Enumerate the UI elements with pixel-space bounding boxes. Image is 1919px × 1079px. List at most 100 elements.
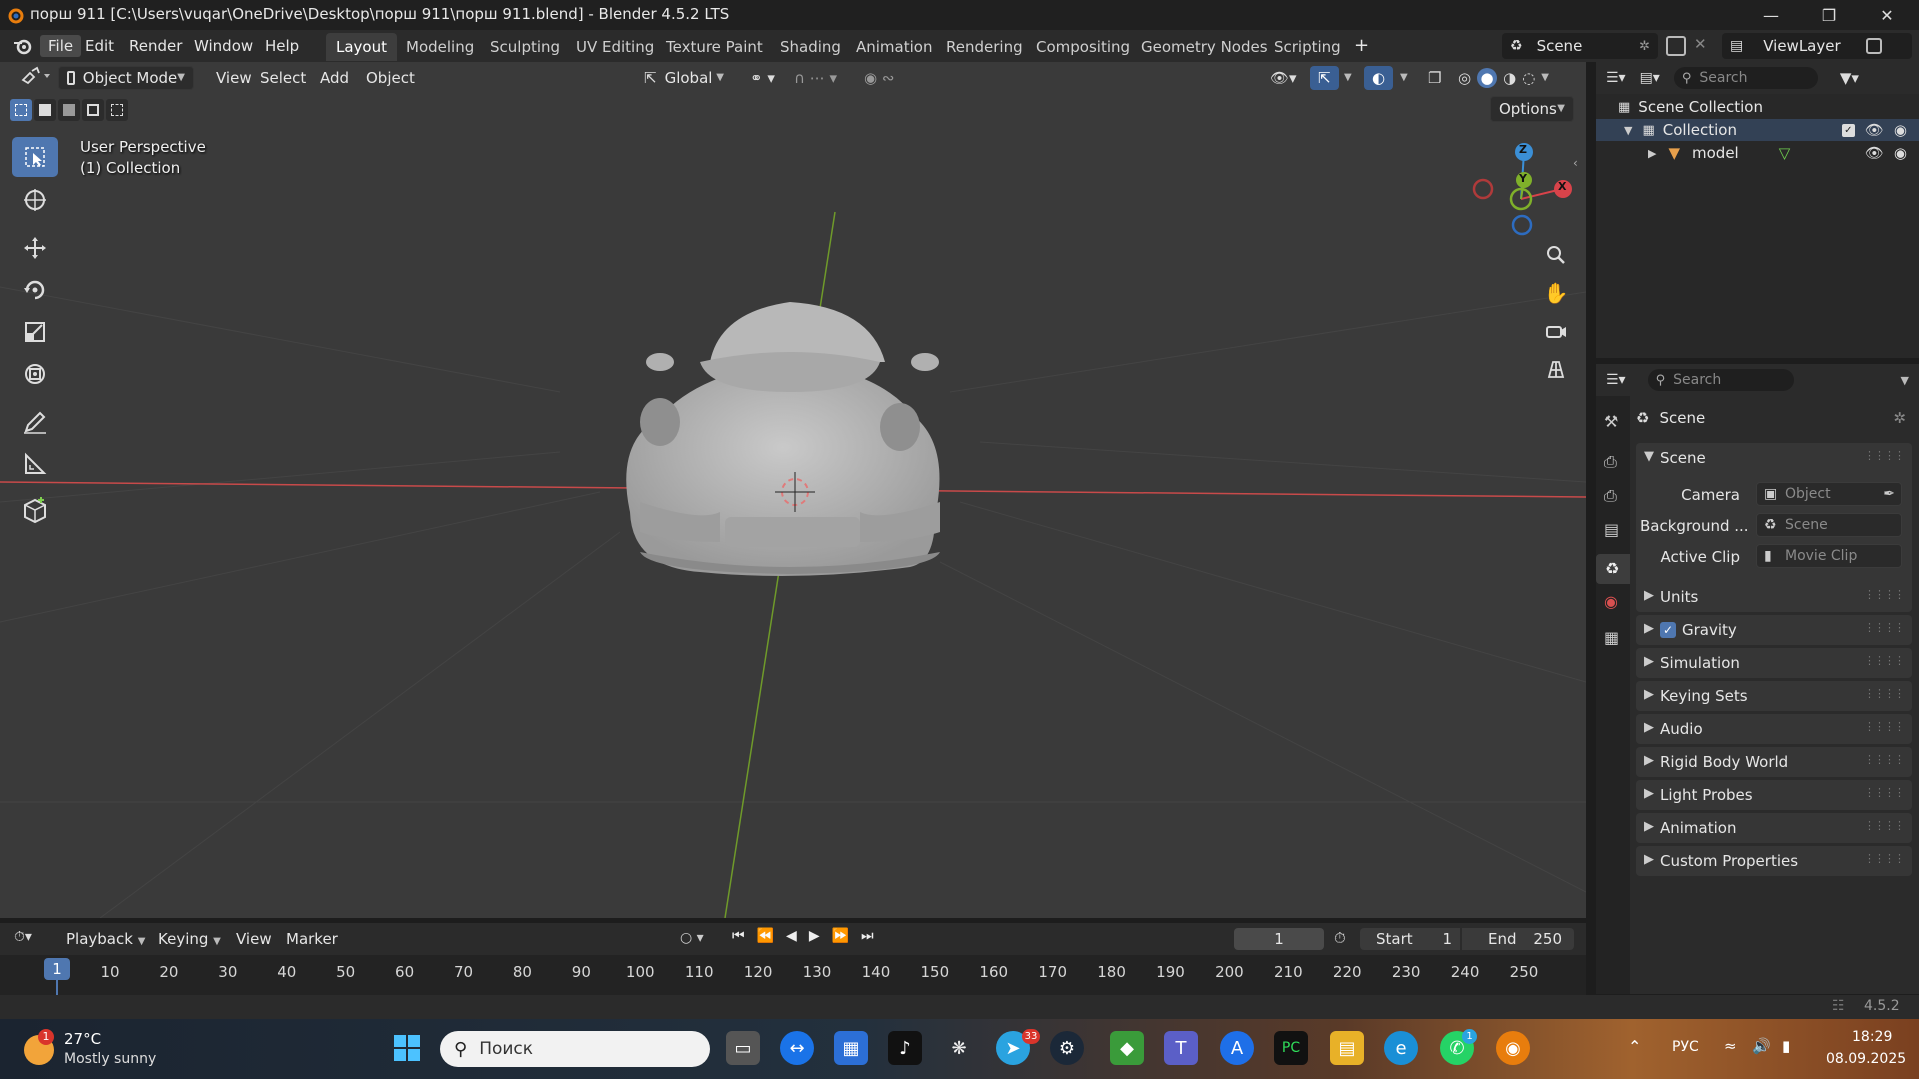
mode-dropdown[interactable]: Object Mode ▼: [58, 66, 194, 90]
weather-desc[interactable]: Mostly sunny: [64, 1051, 156, 1067]
output-tab-icon[interactable]: ⎙: [1604, 486, 1617, 506]
simulation-panel[interactable]: ▶ Simulation ⋮⋮⋮⋮: [1636, 648, 1912, 678]
light-probes-panel[interactable]: ▶ Light Probes ⋮⋮⋮⋮: [1636, 780, 1912, 810]
xray-toggle-icon[interactable]: ❐: [1420, 66, 1449, 90]
workspace-tab-animation[interactable]: Animation: [846, 33, 942, 61]
view-layer-selector[interactable]: ▤ ViewLayer: [1722, 33, 1912, 59]
menu-edit[interactable]: Edit: [77, 35, 122, 57]
annotate-tool[interactable]: [12, 402, 58, 442]
custom-properties-panel[interactable]: ▶ Custom Properties ⋮⋮⋮⋮: [1636, 846, 1912, 876]
rotate-tool[interactable]: [12, 270, 58, 310]
gravity-checkbox[interactable]: ✓: [1660, 622, 1676, 638]
gizmo-toggle-icon[interactable]: ⇱: [1310, 66, 1339, 90]
collection-tab-icon[interactable]: ▦: [1604, 628, 1619, 647]
workspace-tab-sculpting[interactable]: Sculpting: [480, 33, 570, 61]
measure-tool[interactable]: [12, 444, 58, 484]
workspace-tab-modeling[interactable]: Modeling: [396, 33, 484, 61]
marker-menu[interactable]: Marker: [278, 927, 346, 951]
show-hidden-icons[interactable]: ⌃: [1628, 1037, 1641, 1056]
drag-grip-icon[interactable]: ⋮⋮⋮⋮: [1864, 753, 1905, 766]
cursor-tool[interactable]: [12, 180, 58, 220]
chevron-down-icon[interactable]: ▼: [1392, 66, 1416, 90]
select-extend-icon[interactable]: [34, 99, 56, 121]
camera-render-icon[interactable]: ◉: [1894, 144, 1907, 162]
wireframe-shading-icon[interactable]: ◎: [1458, 66, 1471, 90]
scale-tool[interactable]: [12, 312, 58, 352]
select-new-icon[interactable]: [10, 99, 32, 121]
menu-help[interactable]: Help: [257, 35, 307, 57]
workspace-tab-geometry-nodes[interactable]: Geometry Nodes: [1131, 33, 1278, 61]
timeline-view-menu[interactable]: View: [228, 927, 280, 951]
play-icon[interactable]: ▶: [809, 928, 820, 944]
drag-grip-icon[interactable]: ⋮⋮⋮⋮: [1864, 819, 1905, 832]
battery-icon[interactable]: ▮: [1782, 1037, 1790, 1055]
add-cube-tool[interactable]: [12, 490, 58, 530]
display-mode-icon[interactable]: ▤▾: [1640, 70, 1660, 86]
start-menu-icon[interactable]: [390, 1031, 424, 1065]
drag-grip-icon[interactable]: ⋮⋮⋮⋮: [1864, 786, 1905, 799]
tool-tab-icon[interactable]: ⚒: [1604, 412, 1618, 431]
pan-hand-icon[interactable]: ✋: [1539, 276, 1573, 310]
wifi-icon[interactable]: ≈: [1724, 1037, 1737, 1055]
delete-scene-icon[interactable]: ✕: [1694, 35, 1707, 53]
overlays-toggle-icon[interactable]: ◐: [1364, 66, 1394, 90]
world-tab-icon[interactable]: ◉: [1604, 592, 1618, 611]
teamviewer-icon[interactable]: ↔: [780, 1031, 814, 1065]
jump-keyframe-forward-icon[interactable]: ⏩: [832, 928, 849, 944]
eye-icon[interactable]: 👁: [1865, 144, 1884, 162]
active-clip-field[interactable]: ▮ Movie Clip: [1756, 544, 1902, 568]
taskbar-search-input[interactable]: ⚲ Поиск: [440, 1031, 710, 1067]
gravity-panel[interactable]: ▶ ✓ Gravity ⋮⋮⋮⋮: [1636, 615, 1912, 645]
eye-icon[interactable]: 👁: [1865, 121, 1884, 139]
keying-sets-panel[interactable]: ▶ Keying Sets ⋮⋮⋮⋮: [1636, 681, 1912, 711]
options-dropdown[interactable]: Options ▼: [1490, 96, 1574, 122]
microsoft-store-icon[interactable]: ▦: [834, 1031, 868, 1065]
chatgpt-icon[interactable]: ❋: [942, 1031, 976, 1065]
add-workspace-icon[interactable]: +: [1346, 35, 1377, 57]
playback-menu[interactable]: Playback ▼: [58, 927, 153, 951]
menu-file[interactable]: File: [40, 35, 82, 57]
camera-field[interactable]: ▣ Object ✒: [1756, 482, 1902, 506]
auto-keying-icon[interactable]: ○ ▾: [680, 930, 704, 946]
menu-window[interactable]: Window: [186, 35, 261, 57]
chevron-down-icon[interactable]: ▼: [1336, 66, 1360, 90]
outliner-search-input[interactable]: ⚲ Search: [1673, 67, 1818, 89]
jump-keyframe-back-icon[interactable]: ⏪: [757, 928, 774, 944]
drag-grip-icon[interactable]: ⋮⋮⋮⋮: [1864, 588, 1905, 601]
3d-viewport[interactable]: Z Y X User Perspective (1) Collection ✋ …: [0, 62, 1586, 918]
visibility-icon[interactable]: 👁▾: [1262, 66, 1305, 90]
editor-type-icon[interactable]: [12, 66, 58, 90]
mesh-data-icon[interactable]: ▽: [1779, 144, 1791, 162]
blender-menu-icon[interactable]: [12, 37, 34, 55]
workspace-tab-texture-paint[interactable]: Texture Paint: [656, 33, 773, 61]
play-reverse-icon[interactable]: ◀: [786, 928, 797, 944]
render-tab-icon[interactable]: ⎙: [1604, 452, 1617, 472]
select-invert-icon[interactable]: [82, 99, 104, 121]
drag-grip-icon[interactable]: ⋮⋮⋮⋮: [1864, 449, 1905, 462]
timeline-area[interactable]: 1 10 20 30 40 50 60 70 80 90 100 110 120 130 140 150 160…: [0, 955, 1586, 995]
file-explorer-icon[interactable]: ▤: [1330, 1031, 1364, 1065]
start-frame-field[interactable]: Start 1: [1360, 928, 1460, 950]
view-layer-tab-icon[interactable]: ▤: [1604, 520, 1619, 539]
end-frame-field[interactable]: End 250: [1462, 928, 1574, 950]
drag-grip-icon[interactable]: ⋮⋮⋮⋮: [1864, 621, 1905, 634]
chevron-right-icon[interactable]: ▶: [1648, 147, 1656, 160]
current-frame-field[interactable]: 1: [1234, 928, 1324, 950]
properties-editor-icon[interactable]: ☰▾: [1606, 372, 1626, 388]
zoom-icon[interactable]: [1539, 238, 1573, 272]
new-scene-icon[interactable]: [1666, 36, 1686, 56]
select-box-tool[interactable]: [12, 137, 58, 177]
bluestacks-icon[interactable]: ◆: [1110, 1031, 1144, 1065]
jump-end-icon[interactable]: ⏭: [861, 928, 874, 944]
car-model[interactable]: [626, 302, 940, 576]
teams-icon[interactable]: T: [1164, 1031, 1198, 1065]
scene-panel-title[interactable]: Scene: [1660, 449, 1706, 467]
task-view-icon[interactable]: ▭: [726, 1031, 760, 1065]
drag-grip-icon[interactable]: ⋮⋮⋮⋮: [1864, 852, 1905, 865]
language-indicator[interactable]: РУС: [1672, 1039, 1699, 1055]
sidebar-toggle-icon[interactable]: ‹: [1573, 156, 1578, 170]
keying-menu[interactable]: Keying ▼: [150, 927, 229, 951]
tiktok-icon[interactable]: ♪: [888, 1031, 922, 1065]
drag-grip-icon[interactable]: ⋮⋮⋮⋮: [1864, 720, 1905, 733]
chevron-down-icon[interactable]: ▼: [1624, 124, 1632, 137]
